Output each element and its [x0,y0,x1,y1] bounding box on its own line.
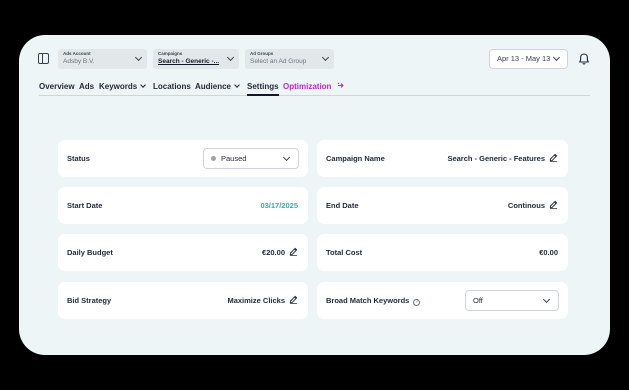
total-cost-card: Total Cost €0.00 [317,234,568,271]
start-date-value[interactable]: 03/17/2025 [260,187,298,224]
status-dot-icon [211,156,216,161]
start-date-card: Start Date 03/17/2025 [58,187,308,224]
end-date-value: Continous [508,187,558,224]
campaigns-value: Search - Generic -... [158,58,220,65]
campaign-name-text: Search - Generic - Features [447,154,545,163]
tab-settings[interactable]: Settings [247,82,279,96]
broad-match-value: Off [473,296,483,305]
edit-icon[interactable] [289,295,298,304]
bell-icon[interactable] [577,52,591,66]
end-date-text: Continous [507,201,545,210]
end-date-card: End Date Continous [317,187,568,224]
chevron-down-icon [140,82,147,88]
sparkle-icon [337,82,344,88]
tab-audience-label: Audience [195,82,232,91]
broad-match-select[interactable]: Off [465,290,559,311]
daily-budget-text: €20.00 [262,248,285,257]
ads-account-value: Adsby B.V. [63,58,95,65]
campaign-name-value: Search - Generic - Features [447,140,558,177]
date-range-picker[interactable]: Apr 13 - May 13 [489,49,568,69]
broad-match-label: Broad Match Keywords? [326,282,421,319]
bid-strategy-text: Maximize Clicks [227,296,285,305]
status-label: Status [67,154,90,163]
campaigns-picker[interactable]: Campaigns Search - Generic -... [153,49,239,69]
edit-icon[interactable] [549,153,558,162]
end-date-label: End Date [326,201,359,210]
chevron-down-icon [552,53,561,62]
help-icon[interactable]: ? [413,299,421,306]
status-card: Status Paused [58,140,308,177]
tab-bar: Overview Ads Keywords Locations Audience… [39,82,590,96]
campaign-name-card: Campaign Name Search - Generic - Feature… [317,140,568,177]
chevron-down-icon [234,82,240,88]
sidebar-toggle-icon[interactable] [38,53,49,64]
bid-strategy-card: Bid Strategy Maximize Clicks [58,282,308,319]
status-value: Paused [221,154,247,163]
tab-keywords-label: Keywords [99,82,138,91]
daily-budget-card: Daily Budget €20.00 [58,234,308,271]
edit-icon[interactable] [289,247,298,256]
broad-match-text: Broad Match Keywords [326,296,410,305]
chevron-down-icon [542,295,551,303]
tab-optimization-label: Optimization [283,82,332,91]
total-cost-value: €0.00 [539,248,558,257]
top-bar: Ads Account Adsby B.V. Campaigns Search … [38,49,591,71]
tab-locations[interactable]: Locations [153,82,191,92]
ad-groups-value: Select an Ad Group [250,58,307,65]
ads-account-picker[interactable]: Ads Account Adsby B.V. [58,49,147,69]
edit-icon[interactable] [549,200,558,209]
start-date-label: Start Date [67,201,103,210]
broad-match-card: Broad Match Keywords? Off [317,282,568,319]
tab-audience[interactable]: Audience [195,82,240,92]
daily-budget-label: Daily Budget [67,248,113,257]
total-cost-label: Total Cost [326,248,363,257]
tab-ads[interactable]: Ads [79,82,94,92]
tab-overview[interactable]: Overview [39,82,75,92]
tab-keywords[interactable]: Keywords [99,82,147,92]
daily-budget-value: €20.00 [262,234,298,271]
date-range-label: Apr 13 - May 13 [497,54,551,63]
ad-groups-picker[interactable]: Ad Groups Select an Ad Group [245,49,334,69]
campaign-name-label: Campaign Name [326,154,385,163]
bid-strategy-label: Bid Strategy [67,296,112,305]
status-select[interactable]: Paused [203,148,299,169]
bid-strategy-value: Maximize Clicks [227,282,298,319]
tab-optimization[interactable]: Optimization [283,82,345,92]
chevron-down-icon [282,153,291,161]
